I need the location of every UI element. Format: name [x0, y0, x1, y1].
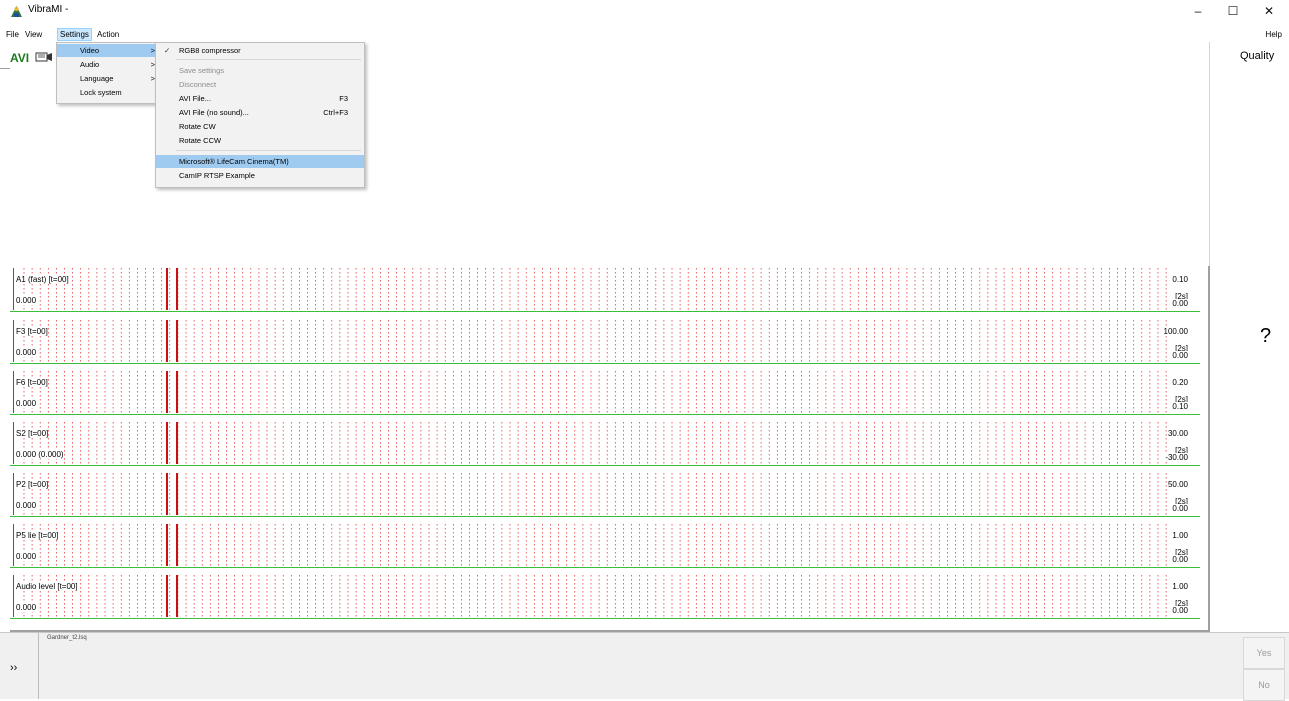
channel-grid	[23, 268, 1167, 310]
shortcut-label: Ctrl+F3	[323, 108, 348, 117]
expand-button[interactable]: ››	[10, 662, 17, 674]
menu-action[interactable]: Action	[95, 29, 121, 41]
channel-grid	[23, 371, 1167, 413]
quality-label: Quality	[1240, 50, 1275, 62]
bottom-panel: ›› Gardner_t2.lsq Yes No	[0, 632, 1289, 701]
close-button[interactable]: ✕	[1252, 0, 1286, 24]
channel-max: 100.00	[1163, 327, 1188, 336]
menu-view[interactable]: View	[23, 29, 44, 41]
menu-separator	[176, 150, 361, 151]
menu-settings[interactable]: Settings	[57, 28, 92, 41]
channel-min: -30.00	[1165, 453, 1188, 462]
channel-max: 1.00	[1172, 582, 1188, 591]
channel-value: 0.000	[16, 296, 37, 305]
shortcut-label: F3	[339, 94, 348, 103]
yes-button[interactable]: Yes	[1243, 637, 1285, 669]
channel-max: 30.00	[1167, 429, 1188, 438]
channel-min: 0.00	[1172, 299, 1188, 308]
menu-file[interactable]: File	[4, 29, 21, 41]
window-title: VibraMI -	[28, 4, 69, 15]
channel-row: Audio level [t=00] 0.000 1.00 [2s] 0.00	[10, 573, 1200, 619]
channel-max: 0.20	[1172, 378, 1188, 387]
channel-baseline	[10, 363, 1200, 364]
menu-item-rgb8-compressor[interactable]: ✓ RGB8 compressor	[156, 44, 364, 57]
menu-item-camip[interactable]: CamIP RTSP Example	[156, 169, 364, 182]
quality-indicator: ?	[1260, 325, 1272, 347]
channel-min: 0.00	[1172, 351, 1188, 360]
no-button[interactable]: No	[1243, 669, 1285, 701]
menu-separator	[176, 59, 361, 60]
channel-name: S2 [t=00]	[16, 429, 49, 438]
channel-value: 0.000	[16, 552, 37, 561]
divider	[38, 633, 39, 699]
channel-baseline	[10, 311, 1200, 312]
channel-row: S2 [t=00] 0.000 (0.000) 30.00 [2s] -30.0…	[10, 420, 1200, 466]
channel-row: F6 [t=00] 0.000 0.20 [2s] 0.10	[10, 369, 1200, 415]
channel-row: A1 (fast) [t=00] 0.000 0.10 [2s] 0.00	[10, 266, 1200, 312]
menu-item-avi-file-no-sound[interactable]: AVI File (no sound)... Ctrl+F3	[156, 106, 364, 119]
channel-grid	[23, 320, 1167, 362]
settings-menu: Video > Audio > Language > Lock system	[56, 42, 162, 104]
channel-name: F6 [t=00]	[16, 378, 48, 387]
channel-name: A1 (fast) [t=00]	[16, 275, 69, 284]
channel-min: 0.00	[1172, 504, 1188, 513]
menu-item-avi-file[interactable]: AVI File... F3	[156, 92, 364, 105]
channel-name: P2 [t=00]	[16, 480, 49, 489]
avi-button[interactable]: AVI	[10, 51, 29, 65]
menu-help[interactable]: Help	[1264, 29, 1284, 41]
menu-item-disconnect: Disconnect	[179, 80, 217, 89]
menu-item-audio[interactable]: Audio >	[57, 58, 161, 71]
channel-row: F3 [t=00] 0.000 100.00 [2s] 0.00	[10, 318, 1200, 364]
video-submenu: ✓ RGB8 compressor Save settings Disconne…	[155, 42, 365, 188]
channel-min: 0.00	[1172, 606, 1188, 615]
channel-baseline	[10, 516, 1200, 517]
channel-name: P5 lie [t=00]	[16, 531, 59, 540]
menu-item-rotate-cw[interactable]: Rotate CW	[156, 120, 364, 133]
minimize-button[interactable]: –	[1181, 0, 1215, 24]
file-name: Gardner_t2.lsq	[47, 635, 87, 641]
menu-item-language[interactable]: Language >	[57, 72, 161, 85]
channel-baseline	[10, 465, 1200, 466]
channel-value: 0.000 (0.000)	[16, 450, 64, 459]
channel-grid	[23, 524, 1167, 566]
channel-max: 50.00	[1167, 480, 1188, 489]
channel-name: Audio level [t=00]	[16, 582, 78, 591]
channel-row: P2 [t=00] 0.000 50.00 [2s] 0.00	[10, 471, 1200, 517]
right-panel: Quality ?	[1209, 42, 1289, 631]
channel-grid	[23, 422, 1167, 464]
channel-max: 0.10	[1172, 275, 1188, 284]
channel-plots: A1 (fast) [t=00] 0.000 0.10 [2s] 0.00 F3…	[10, 266, 1210, 632]
channel-name: F3 [t=00]	[16, 327, 48, 336]
menu-item-lifecam[interactable]: Microsoft® LifeCam Cinema(TM)	[156, 155, 364, 168]
menu-item-save-settings: Save settings	[179, 66, 225, 75]
channel-row: P5 lie [t=00] 0.000 1.00 [2s] 0.00	[10, 522, 1200, 568]
check-icon: ✓	[164, 46, 171, 55]
title-bar: VibraMI - – ☐ ✕	[0, 0, 1289, 26]
maximize-button[interactable]: ☐	[1216, 0, 1250, 24]
channel-max: 1.00	[1172, 531, 1188, 540]
channel-baseline	[10, 414, 1200, 415]
menu-item-video[interactable]: Video >	[57, 44, 161, 57]
menu-item-lock-system[interactable]: Lock system	[57, 86, 161, 99]
channel-value: 0.000	[16, 501, 37, 510]
channel-grid	[23, 575, 1167, 617]
menu-bar: File View Settings Action Help	[0, 27, 1289, 41]
app-icon	[11, 6, 22, 17]
channel-grid	[23, 473, 1167, 515]
channel-value: 0.000	[16, 348, 37, 357]
channel-baseline	[10, 618, 1200, 619]
channel-baseline	[10, 567, 1200, 568]
channel-min: 0.00	[1172, 555, 1188, 564]
channel-value: 0.000	[16, 603, 37, 612]
camera-icon[interactable]	[35, 51, 53, 62]
menu-item-rotate-ccw[interactable]: Rotate CCW	[156, 134, 364, 147]
channel-value: 0.000	[16, 399, 37, 408]
channel-min: 0.10	[1172, 402, 1188, 411]
